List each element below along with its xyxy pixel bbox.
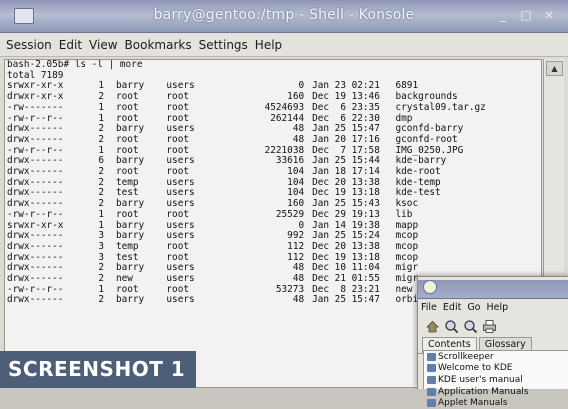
- cell-date: Dec 29 19:13: [312, 208, 380, 220]
- table-row: drwx------ 2 barry users 48 Dec 10 11:04 migr: [5, 263, 541, 274]
- list-item[interactable]: Scrollkeeper: [424, 351, 568, 363]
- book-icon: [427, 387, 436, 396]
- menu-bar: Session Edit View Bookmarks Settings Hel…: [0, 33, 568, 57]
- cell-owner: barry: [115, 262, 145, 274]
- table-row: srwxr-xr-x 1 barry users 0 Jan 14 19:38 mapp: [5, 220, 541, 232]
- listing: srwxr-xr-x 1 barry users 0 Jan 23 02:21 6891 dr…: [5, 81, 541, 306]
- list-item[interactable]: KDE user's manual: [424, 374, 568, 386]
- scroll-up-icon[interactable]: ▲: [546, 61, 563, 76]
- list-item[interactable]: Welcome to KDE: [424, 363, 568, 375]
- help-contents-list: Scrollkeeper Welcome to KDE KDE user's m…: [423, 350, 568, 408]
- konsole-window: barry@gentoo:/tmp - Shell - Konsole _ □ …: [0, 0, 568, 408]
- minimize-icon[interactable]: _: [496, 8, 510, 22]
- menu-help[interactable]: Help: [255, 38, 282, 52]
- cell-size: 48: [292, 294, 305, 306]
- table-row: drwx------ 2 temp users 104 Dec 20 13:38 kde-t…: [5, 177, 541, 189]
- help-menu-bar: File Edit Go Help: [418, 299, 568, 316]
- window-controls: _ □ ×: [496, 8, 556, 22]
- maximize-icon[interactable]: □: [519, 8, 533, 22]
- cell-size: 48: [292, 262, 305, 274]
- cell-links: 2: [98, 294, 104, 306]
- cell-owner: root: [115, 101, 139, 113]
- table-row: -rw------- 1 root root 4524693 Dec 6 23:35 cry…: [5, 101, 541, 114]
- cell-date: Jan 25 15:47: [312, 294, 380, 306]
- help-menu-help[interactable]: Help: [487, 302, 509, 313]
- cell-size: 112: [287, 251, 305, 263]
- cell-perm: drwx------: [7, 294, 64, 306]
- table-row: drwx------ 3 temp root 112 Dec 20 13:38 mcop: [5, 241, 541, 253]
- total-line: total 7189: [7, 69, 64, 81]
- menu-settings[interactable]: Settings: [199, 38, 248, 52]
- cell-links: 1: [98, 208, 104, 220]
- menu-bookmarks[interactable]: Bookmarks: [125, 38, 192, 52]
- book-icon: [427, 364, 436, 373]
- cell-name: lib: [395, 208, 413, 220]
- menu-view[interactable]: View: [89, 38, 117, 52]
- table-row: drwx------ 3 test root 112 Dec 19 13:18 mcop: [5, 251, 541, 264]
- table-row: drwx------ 2 test users 104 Dec 19 13:18 kde-t…: [5, 188, 541, 199]
- cell-size: 25529: [275, 208, 305, 220]
- table-row: drwx------ 2 root root 104 Jan 18 17:14 kde-ro…: [5, 166, 541, 178]
- help-center-window: File Edit Go Help Contents Glossary Scro…: [417, 276, 568, 408]
- cell-perm: -rw-r--r--: [7, 208, 64, 220]
- help-menu-file[interactable]: File: [421, 302, 437, 313]
- cell-group: users: [166, 294, 195, 306]
- cell-owner: root: [115, 208, 139, 220]
- prompt-line: bash-2.05b# ls -l | more: [7, 59, 143, 70]
- home-icon[interactable]: [425, 319, 440, 334]
- cell-owner: barry: [115, 294, 145, 306]
- forward-icon[interactable]: [463, 319, 478, 334]
- help-menu-edit[interactable]: Edit: [443, 302, 461, 313]
- list-item[interactable]: Applet Manuals: [424, 397, 568, 409]
- help-title-bar[interactable]: [418, 280, 568, 299]
- cell-size: 4524693: [264, 101, 305, 113]
- table-row: -rw-r--r-- 1 root root 25529 Dec 29 19:13 lib: [5, 208, 541, 221]
- window-title: barry@gentoo:/tmp - Shell - Konsole: [153, 7, 415, 23]
- table-row: drwx------ 2 barry users 48 Jan 25 15:47 gconf…: [5, 124, 541, 135]
- table-row: drwx------ 3 barry users 992 Jan 25 15:24 mcop: [5, 231, 541, 242]
- close-icon[interactable]: ×: [542, 8, 556, 22]
- title-bar[interactable]: barry@gentoo:/tmp - Shell - Konsole _ □ …: [0, 0, 568, 33]
- cell-links: 1: [98, 101, 104, 113]
- help-menu-go[interactable]: Go: [467, 302, 480, 313]
- help-toolbar: [418, 316, 568, 337]
- cell-perm: -rw-------: [7, 101, 64, 113]
- table-row: drwx------ 6 barry users 33616 Jan 25 15:44 kd…: [5, 156, 541, 167]
- cell-name: crystal09.tar.gz: [395, 101, 486, 113]
- back-icon[interactable]: [444, 319, 459, 334]
- cell-name: ksoc: [395, 198, 419, 210]
- cell-group: root: [166, 208, 189, 220]
- print-icon[interactable]: [482, 319, 497, 334]
- book-icon: [427, 352, 436, 361]
- book-icon: [427, 375, 436, 384]
- table-row: -rw-r--r-- 1 root root 2221038 Dec 7 17:58 IMG…: [5, 145, 541, 157]
- book-icon: [427, 399, 436, 408]
- cell-size: 53273: [275, 283, 305, 295]
- screenshot-label-text: SCREENSHOT 1: [8, 357, 186, 381]
- table-row: srwxr-xr-x 1 barry users 0 Jan 23 02:21 6891: [5, 81, 541, 92]
- cell-size: 262144: [270, 112, 305, 124]
- cell-date: Dec 6 23:35: [312, 101, 380, 113]
- screenshot-label: SCREENSHOT 1: [0, 351, 196, 388]
- menu-edit[interactable]: Edit: [59, 38, 82, 52]
- cell-size: 48: [292, 123, 305, 135]
- cell-group: root: [166, 101, 189, 113]
- table-row: drwx------ 2 barry users 160 Jan 25 15:43 ksoc: [5, 198, 541, 210]
- menu-session[interactable]: Session: [6, 38, 52, 52]
- help-app-icon[interactable]: [423, 280, 437, 294]
